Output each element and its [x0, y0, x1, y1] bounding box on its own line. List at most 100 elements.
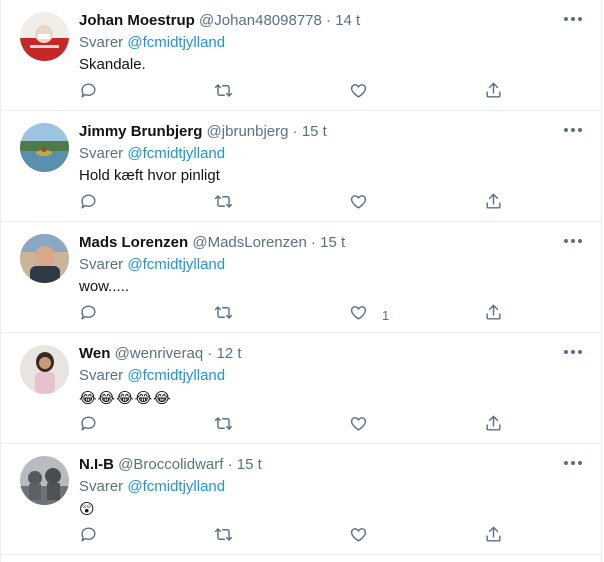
- share-icon: [484, 192, 503, 216]
- timestamp[interactable]: 15 t: [320, 234, 345, 251]
- reply-context: Svarer @fcmidtjylland: [79, 476, 587, 498]
- display-name[interactable]: Johan Moestrup: [79, 12, 195, 29]
- avatar[interactable]: [20, 12, 69, 61]
- like-button[interactable]: [349, 415, 382, 437]
- user-handle[interactable]: @Broccolidwarf: [118, 456, 223, 473]
- tweet[interactable]: Mads Lorenzen @MadsLorenzen · 15 t Svare…: [1, 222, 601, 333]
- display-name[interactable]: Jimmy Brunbjerg: [79, 123, 202, 140]
- avatar[interactable]: [20, 123, 69, 172]
- share-icon: [484, 303, 503, 327]
- avatar[interactable]: [20, 345, 69, 394]
- tweet-actions: 1: [79, 304, 509, 326]
- heart-icon: [349, 414, 368, 438]
- share-icon: [484, 414, 503, 438]
- avatar[interactable]: [20, 456, 69, 505]
- retweet-button[interactable]: [214, 526, 233, 548]
- separator-dot: ·: [311, 234, 316, 251]
- share-button[interactable]: [484, 304, 503, 326]
- share-button[interactable]: [484, 82, 503, 104]
- separator-dot: ·: [207, 345, 213, 362]
- display-name[interactable]: N.I-B: [79, 456, 114, 473]
- reply-icon: [79, 81, 98, 105]
- reply-icon: [79, 525, 98, 549]
- heart-icon: [349, 81, 368, 105]
- reply-context: Svarer @fcmidtjylland: [79, 32, 587, 54]
- tweet-text: 😲: [79, 500, 96, 518]
- heart-icon: [349, 303, 368, 327]
- reply-prefix: Svarer: [79, 34, 124, 51]
- tweet-actions: [79, 415, 509, 437]
- reply-mention-link[interactable]: @fcmidtjylland: [127, 34, 225, 51]
- user-handle[interactable]: @wenriveraq: [115, 345, 204, 362]
- retweet-icon: [214, 81, 233, 105]
- reply-icon: [79, 414, 98, 438]
- reply-mention-link[interactable]: @fcmidtjylland: [127, 478, 225, 495]
- share-button[interactable]: [484, 193, 503, 215]
- more-icon[interactable]: [564, 14, 582, 24]
- reply-feed: Johan Moestrup @Johan48098778 · 14 t Sva…: [0, 0, 602, 562]
- retweet-button[interactable]: [214, 304, 233, 326]
- reply-prefix: Svarer: [79, 478, 124, 495]
- reply-button[interactable]: [79, 415, 98, 437]
- like-button[interactable]: 1: [349, 304, 389, 326]
- tweet[interactable]: Wen @wenriveraq · 12 t Svarer @fcmidtjyl…: [1, 333, 601, 444]
- more-icon[interactable]: [564, 458, 582, 468]
- retweet-button[interactable]: [214, 193, 233, 215]
- like-count: 1: [382, 307, 390, 323]
- retweet-icon: [214, 525, 233, 549]
- heart-icon: [349, 525, 368, 549]
- timestamp[interactable]: 15 t: [237, 456, 262, 473]
- retweet-button[interactable]: [214, 415, 233, 437]
- reply-button[interactable]: [79, 526, 98, 548]
- separator-dot: ·: [326, 12, 332, 29]
- user-handle[interactable]: @Johan48098778: [199, 12, 322, 29]
- like-button[interactable]: [349, 193, 382, 215]
- reply-button[interactable]: [79, 82, 98, 104]
- avatar[interactable]: [20, 234, 69, 283]
- separator-dot: ·: [227, 456, 233, 473]
- reply-icon: [79, 192, 98, 216]
- reply-mention-link[interactable]: @fcmidtjylland: [127, 256, 225, 273]
- heart-icon: [349, 192, 368, 216]
- retweet-icon: [214, 303, 233, 327]
- timestamp[interactable]: 14 t: [335, 12, 360, 29]
- share-button[interactable]: [484, 526, 503, 548]
- tweet[interactable]: Johan Moestrup @Johan48098778 · 14 t Sva…: [1, 0, 601, 111]
- reply-mention-link[interactable]: @fcmidtjylland: [127, 145, 225, 162]
- like-button[interactable]: [349, 526, 382, 548]
- tweet[interactable]: N.I-B @Broccolidwarf · 15 t Svarer @fcmi…: [1, 444, 601, 555]
- reply-context: Svarer @fcmidtjylland: [79, 365, 587, 387]
- timestamp[interactable]: 15 t: [302, 123, 327, 140]
- tweet-actions: [79, 193, 509, 215]
- tweet-text: wow.....: [79, 278, 130, 295]
- reply-context: Svarer @fcmidtjylland: [79, 143, 587, 165]
- like-button[interactable]: [349, 82, 382, 104]
- reply-context: Svarer @fcmidtjylland: [79, 254, 587, 276]
- reply-icon: [79, 303, 98, 327]
- separator-dot: ·: [292, 123, 298, 140]
- reply-mention-link[interactable]: @fcmidtjylland: [127, 367, 225, 384]
- more-icon[interactable]: [564, 236, 582, 246]
- tweet-actions: [79, 82, 509, 104]
- tweet-text: 😂😂😂😂😂: [79, 389, 172, 407]
- reply-prefix: Svarer: [79, 145, 124, 162]
- retweet-icon: [214, 414, 233, 438]
- reply-prefix: Svarer: [79, 367, 124, 384]
- reply-prefix: Svarer: [79, 256, 124, 273]
- reply-button[interactable]: [79, 304, 98, 326]
- reply-button[interactable]: [79, 193, 98, 215]
- user-handle[interactable]: @jbrunbjerg: [207, 123, 289, 140]
- more-icon[interactable]: [564, 347, 582, 357]
- display-name[interactable]: Mads Lorenzen: [79, 234, 188, 251]
- share-button[interactable]: [484, 415, 503, 437]
- tweet[interactable]: Jimmy Brunbjerg @jbrunbjerg · 15 t Svare…: [1, 111, 601, 222]
- tweet-text: Hold kæft hvor pinligt: [79, 167, 220, 184]
- display-name[interactable]: Wen: [79, 345, 110, 362]
- timestamp[interactable]: 12 t: [217, 345, 242, 362]
- more-icon[interactable]: [564, 125, 582, 135]
- share-icon: [484, 525, 503, 549]
- retweet-button[interactable]: [214, 82, 233, 104]
- tweet-text: Skandale.: [79, 56, 146, 73]
- user-handle[interactable]: @MadsLorenzen: [192, 234, 306, 251]
- retweet-icon: [214, 192, 233, 216]
